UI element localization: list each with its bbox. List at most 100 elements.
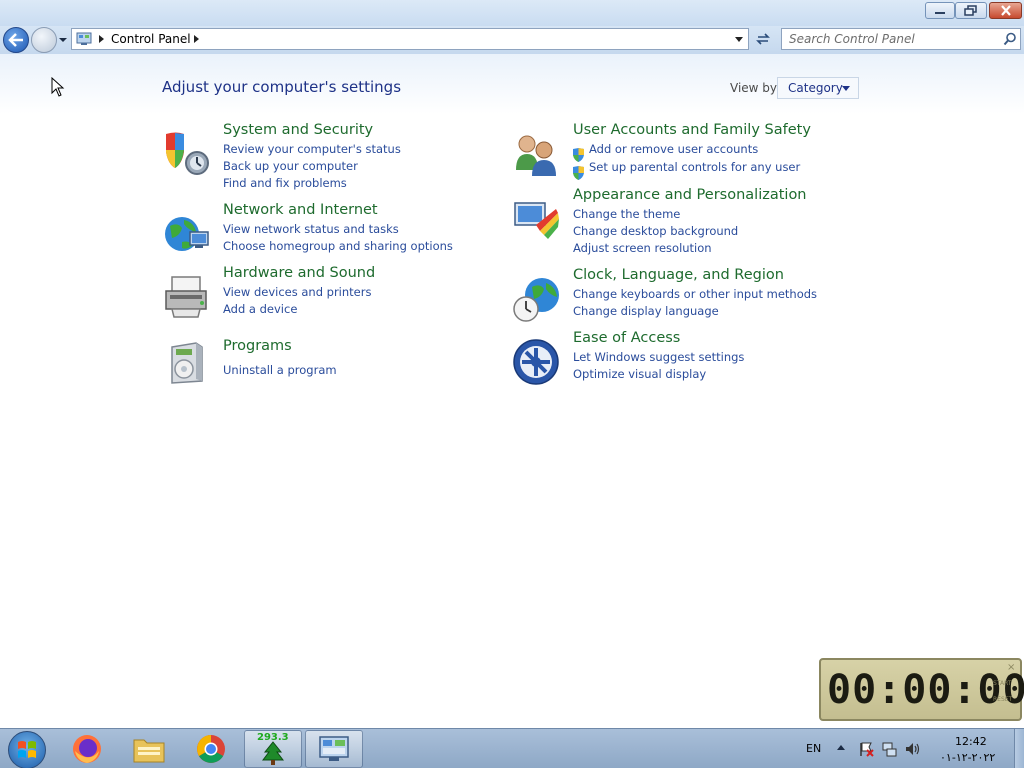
- hardware-sound-title[interactable]: Hardware and Sound: [223, 265, 375, 281]
- mouse-cursor-icon: [51, 77, 65, 97]
- programs-title[interactable]: Programs: [223, 338, 292, 354]
- back-button[interactable]: [3, 27, 29, 53]
- change-theme-link[interactable]: Change the theme: [573, 207, 680, 221]
- christmas-tree-icon: [262, 741, 284, 765]
- clock-time[interactable]: 12:42: [955, 735, 987, 748]
- adjust-screen-resolution-link[interactable]: Adjust screen resolution: [573, 241, 712, 255]
- timer-close-icon[interactable]: ×: [1007, 662, 1015, 673]
- show-desktop-button[interactable]: [1014, 729, 1024, 768]
- navigation-bar: Control Panel: [0, 26, 1024, 54]
- back-up-computer-link[interactable]: Back up your computer: [223, 159, 358, 173]
- appearance-title[interactable]: Appearance and Personalization: [573, 187, 807, 203]
- control-panel-icon: [76, 32, 92, 45]
- uac-shield-icon: [573, 148, 584, 162]
- taskbar-control-panel[interactable]: [305, 730, 363, 768]
- category-system-security: System and Security Review your computer…: [162, 122, 462, 194]
- users-icon: [516, 135, 556, 176]
- minimize-icon: [935, 11, 945, 14]
- folder-icon: [133, 739, 165, 763]
- search-box[interactable]: [781, 28, 1021, 50]
- uac-shield-icon: [573, 166, 584, 180]
- control-panel-icon: [319, 736, 349, 761]
- optimize-visual-display-link[interactable]: Optimize visual display: [573, 367, 706, 381]
- clock-globe-icon: [513, 278, 559, 322]
- change-desktop-background-link[interactable]: Change desktop background: [573, 224, 738, 238]
- breadcrumb-child-arrow[interactable]: [194, 35, 199, 43]
- breadcrumb-control-panel[interactable]: Control Panel: [111, 32, 191, 46]
- view-devices-printers-link[interactable]: View devices and printers: [223, 285, 371, 299]
- programs-box-icon: [171, 342, 203, 384]
- control-panel-content: Adjust your computer's settings View by:…: [0, 54, 1024, 728]
- search-icon[interactable]: [1003, 32, 1017, 46]
- start-button[interactable]: [8, 731, 46, 768]
- refresh-button[interactable]: [751, 28, 775, 50]
- tree-app-badge: 293.3: [257, 732, 289, 743]
- view-by-value: Category: [788, 81, 843, 95]
- taskbar-file-explorer[interactable]: [120, 730, 178, 768]
- change-keyboards-link[interactable]: Change keyboards or other input methods: [573, 287, 817, 301]
- category-ease-of-access: Ease of Access Let Windows suggest setti…: [512, 330, 832, 388]
- change-display-language-link[interactable]: Change display language: [573, 304, 719, 318]
- category-user-accounts: User Accounts and Family Safety Add or r…: [512, 122, 832, 180]
- uninstall-program-link[interactable]: Uninstall a program: [223, 363, 337, 377]
- firefox-icon: [73, 735, 101, 763]
- window-title-bar: [0, 0, 1024, 26]
- show-hidden-icons-icon[interactable]: [837, 745, 845, 750]
- clock-language-title[interactable]: Clock, Language, and Region: [573, 267, 784, 283]
- close-button[interactable]: [989, 2, 1022, 19]
- volume-icon[interactable]: [904, 741, 920, 757]
- refresh-icon: [756, 33, 770, 45]
- view-by-label: View by:: [730, 81, 781, 95]
- category-clock-language: Clock, Language, and Region Change keybo…: [512, 267, 832, 325]
- address-bar[interactable]: Control Panel: [71, 28, 749, 50]
- breadcrumb-root-arrow[interactable]: [99, 35, 104, 43]
- windows-suggest-settings-link[interactable]: Let Windows suggest settings: [573, 350, 744, 364]
- clock-date[interactable]: ٢٠٢٢-١٢-٠١: [940, 751, 995, 764]
- review-computer-status-link[interactable]: Review your computer's status: [223, 142, 401, 156]
- timer-display: 00:00:00: [827, 667, 1024, 713]
- category-network-internet: Network and Internet View network status…: [162, 202, 462, 260]
- taskbar-tree-app[interactable]: 293.3: [244, 730, 302, 768]
- security-shield-icon: [166, 132, 209, 175]
- countdown-timer-widget[interactable]: 00:00:00 × START RESET: [819, 658, 1024, 721]
- network-internet-title[interactable]: Network and Internet: [223, 202, 378, 218]
- homegroup-sharing-link[interactable]: Choose homegroup and sharing options: [223, 239, 453, 253]
- taskbar-chrome[interactable]: [182, 730, 240, 768]
- add-device-link[interactable]: Add a device: [223, 302, 297, 316]
- ease-of-access-icon: [513, 339, 559, 385]
- close-icon: [1000, 5, 1011, 16]
- network-status-icon[interactable]: [881, 741, 897, 757]
- recent-pages-dropdown-icon[interactable]: [58, 35, 68, 45]
- address-history-dropdown-icon[interactable]: [735, 37, 743, 42]
- parental-controls-link[interactable]: Set up parental controls for any user: [589, 160, 800, 174]
- back-arrow-icon: [8, 33, 23, 47]
- minimize-button[interactable]: [925, 2, 955, 19]
- chrome-icon: [197, 735, 225, 763]
- taskbar-firefox[interactable]: [58, 730, 116, 768]
- restore-icon: [964, 5, 977, 16]
- view-network-status-link[interactable]: View network status and tasks: [223, 222, 399, 236]
- network-globe-icon: [165, 217, 209, 251]
- action-center-flag-icon[interactable]: [858, 741, 874, 757]
- taskbar: 293.3 EN 12:42 ٢٠٢٢-١٢-٠١: [0, 728, 1024, 768]
- forward-button[interactable]: [31, 27, 57, 53]
- chevron-down-icon: [842, 86, 850, 91]
- system-security-title[interactable]: System and Security: [223, 122, 373, 138]
- language-indicator[interactable]: EN: [806, 742, 821, 755]
- category-appearance: Appearance and Personalization Change th…: [512, 187, 832, 259]
- category-programs: Programs Uninstall a program: [162, 338, 462, 389]
- user-accounts-title[interactable]: User Accounts and Family Safety: [573, 122, 811, 138]
- ease-of-access-title[interactable]: Ease of Access: [573, 330, 680, 346]
- restore-button[interactable]: [955, 2, 987, 19]
- printer-hardware-icon: [165, 276, 207, 318]
- view-by-dropdown[interactable]: Category: [777, 77, 859, 99]
- page-title: Adjust your computer's settings: [162, 78, 402, 96]
- appearance-monitor-icon: [514, 202, 559, 239]
- timer-reset-label[interactable]: RESET: [993, 696, 1012, 703]
- add-remove-user-accounts-link[interactable]: Add or remove user accounts: [589, 142, 758, 156]
- windows-logo-icon: [18, 741, 36, 758]
- category-hardware-sound: Hardware and Sound View devices and prin…: [162, 265, 462, 323]
- timer-start-label[interactable]: START: [993, 680, 1012, 687]
- search-input[interactable]: [782, 29, 997, 49]
- find-fix-problems-link[interactable]: Find and fix problems: [223, 176, 347, 190]
